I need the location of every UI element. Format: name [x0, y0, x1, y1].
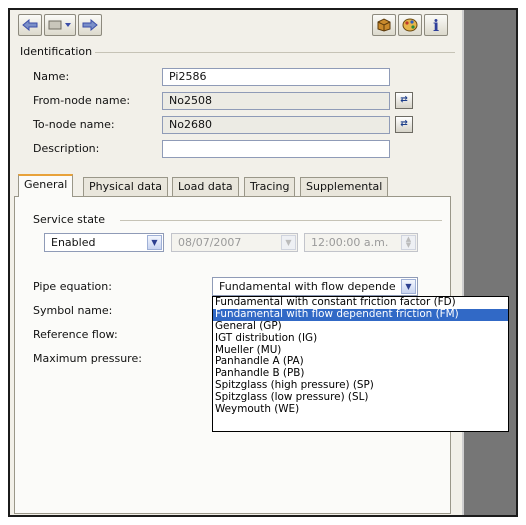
- pipe-equation-select[interactable]: Fundamental with flow depende ▼: [212, 277, 418, 296]
- chevron-down-icon[interactable]: ▼: [147, 235, 162, 250]
- identification-section-label: Identification: [20, 45, 93, 58]
- description-label: Description:: [33, 142, 100, 155]
- node-pick-icon: ⇄: [400, 95, 408, 105]
- description-field[interactable]: [162, 140, 390, 158]
- info-icon: i: [432, 15, 440, 35]
- time-value: 12:00:00 a.m.: [311, 236, 389, 249]
- symbol-name-label: Symbol name:: [33, 304, 113, 317]
- back-button[interactable]: [18, 14, 42, 36]
- date-picker[interactable]: 08/07/2007 ▼: [171, 233, 298, 252]
- option-pa[interactable]: Panhandle A (PA): [213, 356, 508, 368]
- tools-dropdown-icon: [48, 20, 71, 30]
- option-pb[interactable]: Panhandle B (PB): [213, 368, 508, 380]
- service-state-select[interactable]: Enabled ▼: [44, 233, 164, 252]
- chevron-down-icon[interactable]: ▼: [401, 279, 416, 294]
- node-pick-icon: ⇄: [400, 119, 408, 129]
- from-node-label: From-node name:: [33, 94, 131, 107]
- from-node-field[interactable]: No2508: [162, 92, 390, 110]
- option-sl[interactable]: Spitzglass (low pressure) (SL): [213, 392, 508, 404]
- reference-flow-label: Reference flow:: [33, 328, 118, 341]
- option-sp[interactable]: Spitzglass (high pressure) (SP): [213, 380, 508, 392]
- package-button[interactable]: [372, 14, 396, 36]
- to-node-field[interactable]: No2680: [162, 116, 390, 134]
- package-icon: [377, 18, 391, 32]
- maximum-pressure-label: Maximum pressure:: [33, 352, 142, 365]
- option-we[interactable]: Weymouth (WE): [213, 404, 508, 416]
- option-fd[interactable]: Fundamental with constant friction facto…: [213, 297, 508, 309]
- to-node-pick-button[interactable]: ⇄: [395, 116, 413, 133]
- to-node-label: To-node name:: [33, 118, 115, 131]
- service-state-divider: [120, 220, 442, 221]
- map-pane: [464, 10, 516, 515]
- tools-dropdown-button[interactable]: [44, 14, 76, 36]
- from-node-pick-button[interactable]: ⇄: [395, 92, 413, 109]
- pipe-equation-options-list[interactable]: Fundamental with constant friction facto…: [212, 296, 509, 432]
- option-fm[interactable]: Fundamental with flow dependent friction…: [213, 308, 508, 321]
- identification-divider: [95, 52, 455, 53]
- name-label: Name:: [33, 70, 70, 83]
- palette-button[interactable]: [398, 14, 422, 36]
- forward-button[interactable]: [78, 14, 102, 36]
- option-mu[interactable]: Mueller (MU): [213, 345, 508, 357]
- pipe-equation-label: Pipe equation:: [33, 280, 112, 293]
- time-spinner[interactable]: 12:00:00 a.m. ▲ ▼: [304, 233, 418, 252]
- arrow-right-icon: [82, 19, 98, 31]
- option-gp[interactable]: General (GP): [213, 321, 508, 333]
- palette-icon: [402, 18, 418, 32]
- service-state-label: Service state: [33, 213, 106, 226]
- chevron-down-icon[interactable]: ▼: [281, 235, 296, 250]
- tab-supplemental[interactable]: Supplemental: [300, 177, 389, 196]
- pipe-equation-value: Fundamental with flow depende: [219, 280, 396, 293]
- spin-updown-icon[interactable]: ▲ ▼: [401, 235, 416, 250]
- tab-tracing[interactable]: Tracing: [244, 177, 296, 196]
- tab-physical-data[interactable]: Physical data: [83, 177, 169, 196]
- arrow-left-icon: [22, 19, 38, 31]
- option-ig[interactable]: IGT distribution (IG): [213, 333, 508, 345]
- tab-load-data[interactable]: Load data: [172, 177, 239, 196]
- name-field[interactable]: Pi2586: [162, 68, 390, 86]
- date-value: 08/07/2007: [178, 236, 242, 249]
- tab-general[interactable]: General: [18, 174, 74, 197]
- service-state-value: Enabled: [51, 236, 96, 249]
- info-button[interactable]: i: [424, 14, 448, 36]
